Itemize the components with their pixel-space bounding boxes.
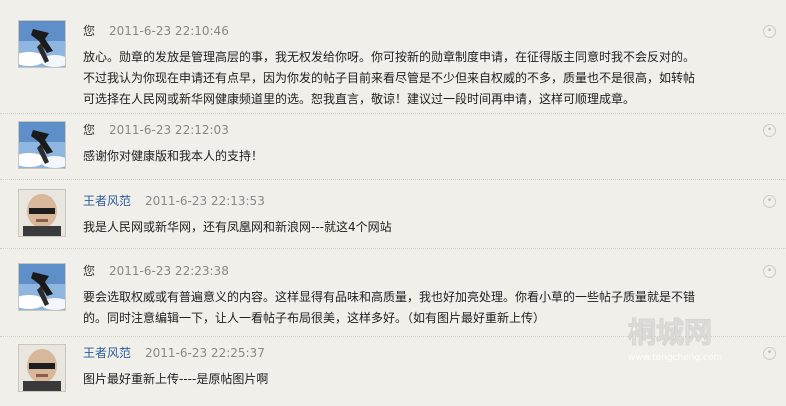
author-link[interactable]: 王者风范 <box>83 346 131 360</box>
more-options-icon[interactable]: • <box>763 195 776 208</box>
author-name: 您 <box>83 24 96 38</box>
message-header: 您 2011-6-23 22:23:38 <box>83 263 229 279</box>
bald-man-avatar[interactable] <box>18 344 66 392</box>
more-options-icon[interactable]: • <box>763 347 776 360</box>
sky-ravens-avatar[interactable] <box>18 20 66 68</box>
message-header: 王者风范 2011-6-23 22:13:53 <box>83 193 265 209</box>
message-header: 您 2011-6-23 22:10:46 <box>83 23 229 39</box>
author-name: 您 <box>83 123 96 137</box>
sky-ravens-avatar[interactable] <box>18 121 66 169</box>
more-options-icon[interactable]: • <box>763 25 776 38</box>
message-body: 感谢你对健康版和我本人的支持！ <box>83 146 698 167</box>
sky-ravens-avatar[interactable] <box>18 263 66 311</box>
timestamp: 2011-6-23 22:10:46 <box>109 24 229 38</box>
message-thread: 您 2011-6-23 22:10:46 • 放心。勋章的发放是管理高层的事，我无… <box>0 0 786 406</box>
message-line: 感谢你对健康版和我本人的支持！ <box>83 149 264 163</box>
message-item: 您 2011-6-23 22:23:38 • 要会选取权威或有普遍意义的内容。这样… <box>0 248 786 337</box>
message-line: 不过我认为你现在申请还有点早，因为你发的帖子目前来看尽管是不少但来自权威的不多，… <box>83 71 696 85</box>
message-header: 您 2011-6-23 22:12:03 <box>83 122 229 138</box>
timestamp: 2011-6-23 22:12:03 <box>109 123 229 137</box>
message-line: 我是人民网或新华网，还有凤凰网和新浪网---就这4个网站 <box>83 220 392 234</box>
timestamp: 2011-6-23 22:13:53 <box>145 194 265 208</box>
message-line: 的。同时注意编辑一下，让人一看帖子布局很美，这样多好。（如有图片最好重新上传） <box>83 311 546 325</box>
author-link[interactable]: 王者风范 <box>83 194 131 208</box>
message-line: 可选择在人民网或新华网健康频道里的选。恕我直言，敬谅！建议过一段时间再申请，这样… <box>83 92 636 106</box>
message-line: 要会选取权威或有普遍意义的内容。这样显得有品味和高质量，我也好加亮处理。你看小草… <box>83 290 696 304</box>
message-item: 王者风范 2011-6-23 22:25:37 • 图片最好重新上传----是原帖… <box>0 336 786 406</box>
message-body: 我是人民网或新华网，还有凤凰网和新浪网---就这4个网站 <box>83 217 698 238</box>
more-options-icon[interactable]: • <box>763 265 776 278</box>
timestamp: 2011-6-23 22:25:37 <box>145 346 265 360</box>
author-name: 您 <box>83 264 96 278</box>
message-header: 王者风范 2011-6-23 22:25:37 <box>83 345 265 361</box>
message-body: 图片最好重新上传----是原帖图片啊 <box>83 369 698 390</box>
timestamp: 2011-6-23 22:23:38 <box>109 264 229 278</box>
bald-man-avatar[interactable] <box>18 189 66 237</box>
message-line: 放心。勋章的发放是管理高层的事，我无权发给你呀。你可按新的勋章制度申请，在征得版… <box>83 50 696 64</box>
message-body: 放心。勋章的发放是管理高层的事，我无权发给你呀。你可按新的勋章制度申请，在征得版… <box>83 47 698 110</box>
message-item: 您 2011-6-23 22:12:03 • 感谢你对健康版和我本人的支持！ <box>0 113 786 180</box>
more-options-icon[interactable]: • <box>763 124 776 137</box>
message-body: 要会选取权威或有普遍意义的内容。这样显得有品味和高质量，我也好加亮处理。你看小草… <box>83 287 698 329</box>
message-item: 您 2011-6-23 22:10:46 • 放心。勋章的发放是管理高层的事，我无… <box>0 0 786 114</box>
message-item: 王者风范 2011-6-23 22:13:53 • 我是人民网或新华网，还有凤凰网… <box>0 179 786 249</box>
message-line: 图片最好重新上传----是原帖图片啊 <box>83 372 269 386</box>
